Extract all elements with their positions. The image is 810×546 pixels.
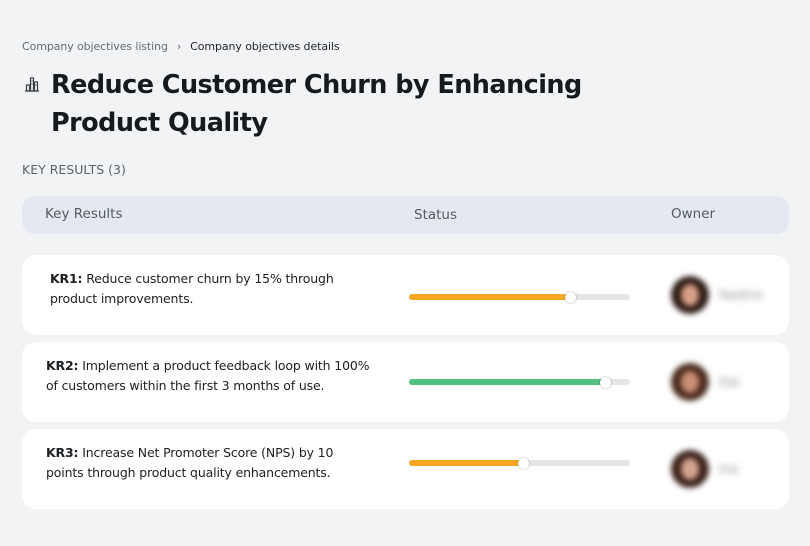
progress-fill <box>409 294 571 300</box>
key-result-code: KR3: <box>46 445 79 460</box>
column-header-owner: Owner <box>671 206 716 222</box>
key-result-description: KR1: Reduce customer churn by 15% throug… <box>50 269 385 309</box>
objective-header: Reduce Customer Churn by Enhancing Produ… <box>22 66 742 142</box>
progress-bar <box>409 291 630 303</box>
key-result-description: KR2: Implement a product feedback loop w… <box>46 356 381 396</box>
key-result-text: Reduce customer churn by 15% through <box>82 271 334 286</box>
page-title: Reduce Customer Churn by Enhancing Produ… <box>51 70 582 138</box>
breadcrumb: Company objectives listing › Company obj… <box>22 40 340 53</box>
avatar <box>671 276 709 314</box>
progress-slider-handle[interactable] <box>600 376 612 388</box>
progress-slider-handle[interactable] <box>518 457 530 469</box>
breadcrumb-objectives-listing-link[interactable]: Company objectives listing <box>22 40 168 53</box>
key-results-count-label: KEY RESULTS (3) <box>22 162 126 177</box>
key-result-code: KR2: <box>46 358 79 373</box>
progress-slider-handle[interactable] <box>564 291 576 303</box>
owner[interactable]: Nadine <box>669 276 779 316</box>
key-result-code: KR1: <box>50 271 83 286</box>
key-result-row[interactable]: KR3: Increase Net Promoter Score (NPS) b… <box>22 429 789 509</box>
table-header: Key Results Status Owner <box>22 196 789 234</box>
breadcrumb-current: Company objectives details <box>190 40 340 53</box>
key-result-description: KR3: Increase Net Promoter Score (NPS) b… <box>46 443 381 483</box>
key-result-text: of customers within the first 3 months o… <box>46 378 325 393</box>
building-chart-icon <box>24 76 40 92</box>
key-result-row[interactable]: KR2: Implement a product feedback loop w… <box>22 342 789 422</box>
key-result-text: product improvements. <box>50 291 194 306</box>
avatar <box>671 450 709 488</box>
owner[interactable]: Dai <box>669 363 779 403</box>
key-result-text: Implement a product feedback loop with 1… <box>78 358 370 373</box>
key-result-text: Increase Net Promoter Score (NPS) by 10 <box>78 445 334 460</box>
progress-fill <box>409 460 524 466</box>
owner-name: Dai <box>719 374 740 389</box>
owner-name: Nadine <box>719 287 764 302</box>
chevron-right-icon: › <box>176 40 182 53</box>
owner[interactable]: Ina <box>669 450 779 490</box>
column-header-key-results: Key Results <box>45 206 123 222</box>
column-header-status: Status <box>414 207 458 223</box>
progress-fill <box>409 379 606 385</box>
key-result-row[interactable]: KR1: Reduce customer churn by 15% throug… <box>22 255 789 335</box>
owner-name: Ina <box>719 461 739 476</box>
progress-bar <box>409 457 630 469</box>
progress-bar <box>409 376 630 388</box>
key-result-text: points through product quality enhanceme… <box>46 465 331 480</box>
avatar <box>671 363 709 401</box>
